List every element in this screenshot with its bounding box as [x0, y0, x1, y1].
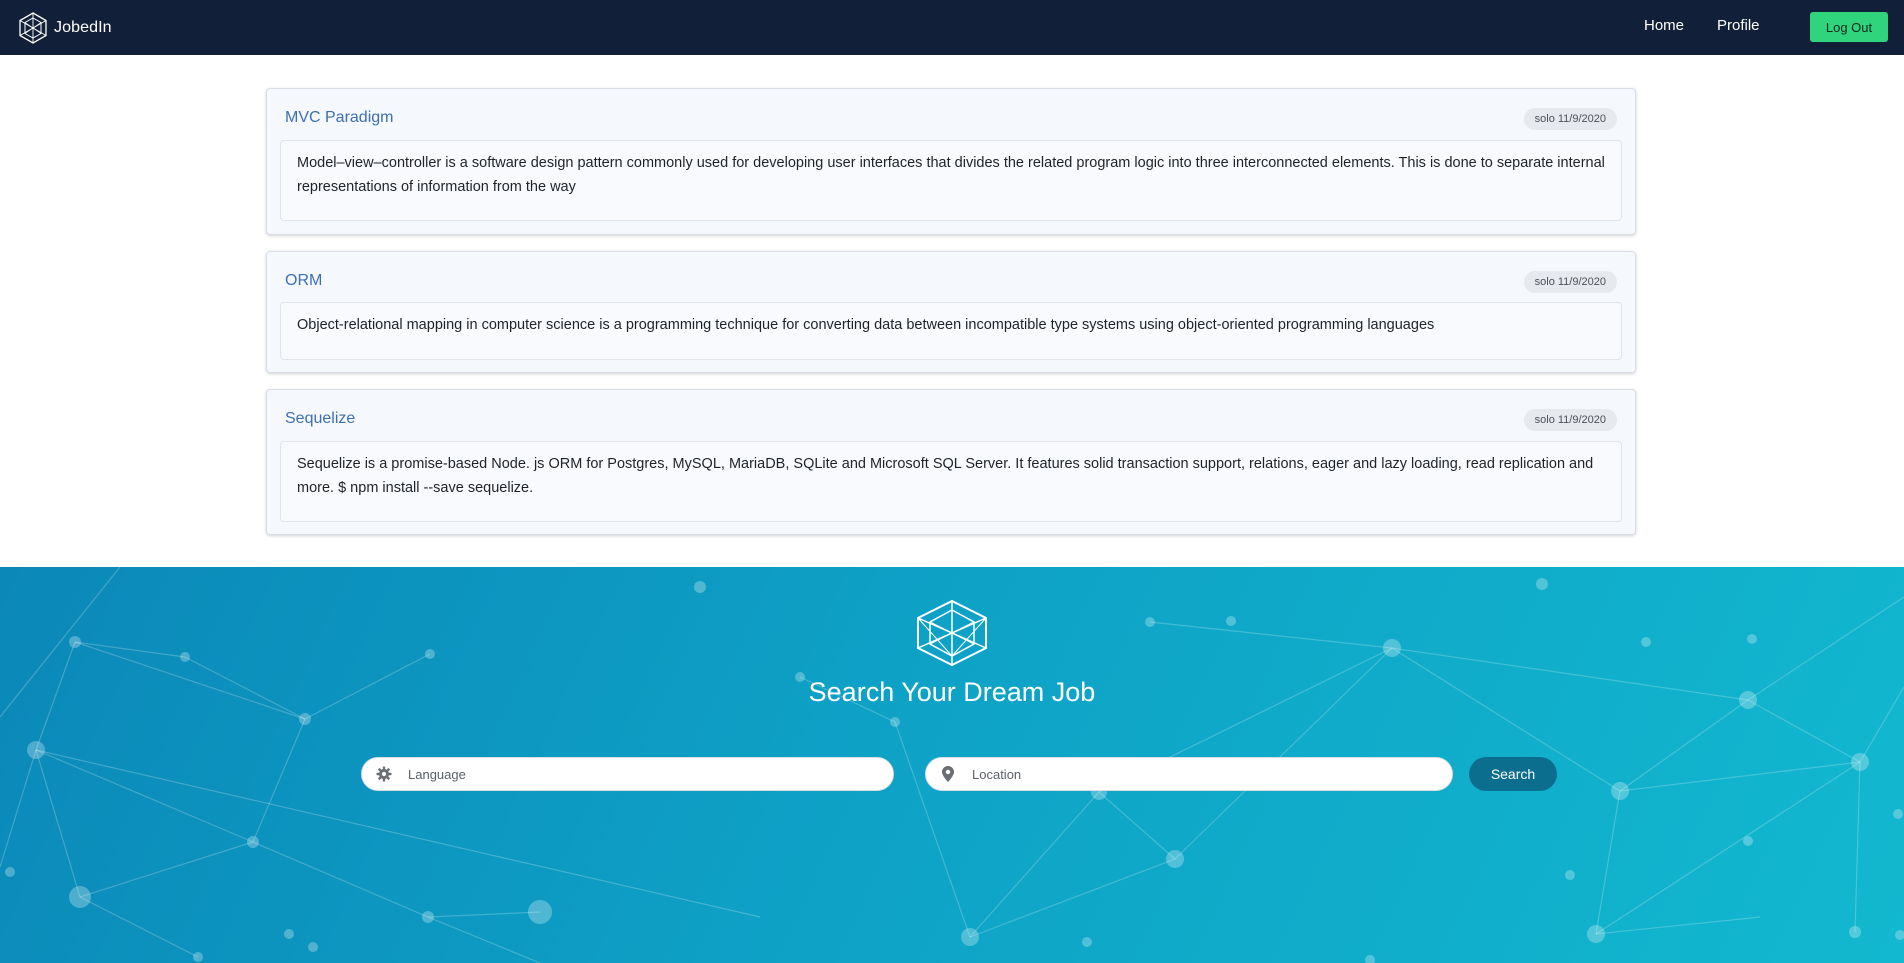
- post-meta-badge: solo 11/9/2020: [1523, 108, 1617, 130]
- post-meta-badge: solo 11/9/2020: [1523, 409, 1617, 431]
- post-meta-badge: solo 11/9/2020: [1523, 271, 1617, 293]
- hexagon-logo-icon: [19, 12, 47, 44]
- brand-name: JobedIn: [54, 19, 112, 36]
- post-body: Sequelize is a promise-based Node. js OR…: [280, 441, 1622, 522]
- gear-icon: [376, 766, 392, 782]
- search-button[interactable]: Search: [1469, 757, 1557, 791]
- nav-profile-link[interactable]: Profile: [1717, 17, 1760, 34]
- location-search-field[interactable]: [925, 757, 1453, 791]
- language-input[interactable]: [406, 758, 893, 790]
- post-body: Model–view–controller is a software desi…: [280, 140, 1622, 221]
- post-card: MVC Paradigm solo 11/9/2020 Model–view–c…: [266, 88, 1636, 235]
- search-hero: Search Your Dream Job Language Location …: [0, 567, 1904, 963]
- post-title[interactable]: ORM: [285, 272, 322, 290]
- post-title[interactable]: Sequelize: [285, 410, 355, 428]
- post-card: ORM solo 11/9/2020 Object-relational map…: [266, 251, 1636, 373]
- language-search-field[interactable]: [361, 757, 894, 791]
- navbar: JobedIn Home Profile Log Out: [0, 0, 1904, 55]
- post-title[interactable]: MVC Paradigm: [285, 109, 393, 127]
- location-input[interactable]: [970, 758, 1452, 790]
- map-pin-icon: [940, 766, 956, 782]
- hero-title: Search Your Dream Job: [808, 677, 1096, 707]
- logout-button[interactable]: Log Out: [1810, 12, 1888, 42]
- nav-home-link[interactable]: Home: [1644, 17, 1684, 34]
- brand-link[interactable]: JobedIn: [16, 11, 112, 45]
- post-body: Object-relational mapping in computer sc…: [280, 302, 1622, 360]
- hexagon-logo-icon: [917, 600, 987, 666]
- post-card: Sequelize solo 11/9/2020 Sequelize is a …: [266, 389, 1636, 535]
